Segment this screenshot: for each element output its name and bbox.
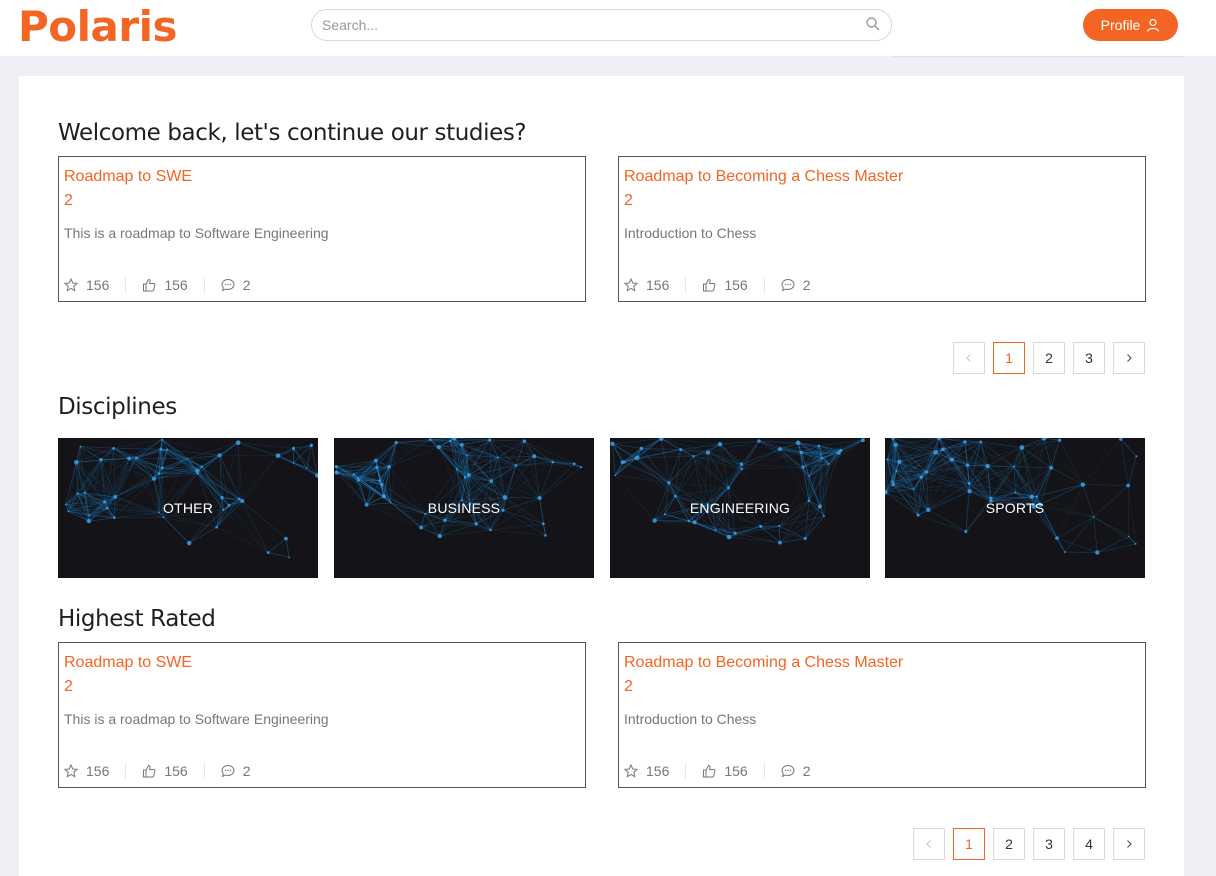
search-icon[interactable] bbox=[865, 16, 881, 32]
likes-count: 156 bbox=[724, 763, 748, 779]
profile-button-label: Profile bbox=[1100, 17, 1141, 33]
welcome-pagination: 1 2 3 bbox=[953, 342, 1145, 374]
page-button[interactable]: 2 bbox=[1033, 342, 1065, 374]
stars-stat[interactable]: 156 bbox=[64, 277, 125, 293]
like-icon bbox=[143, 278, 156, 292]
comment-icon bbox=[781, 764, 795, 778]
discipline-label: BUSINESS bbox=[427, 500, 501, 516]
profile-button[interactable]: Profile bbox=[1083, 9, 1178, 41]
comment-icon bbox=[221, 278, 235, 292]
star-icon bbox=[64, 764, 78, 778]
course-card[interactable]: Roadmap to SWE 2 This is a roadmap to So… bbox=[58, 156, 586, 302]
course-title[interactable]: Roadmap to SWE bbox=[64, 651, 192, 675]
star-icon bbox=[624, 278, 638, 292]
like-icon bbox=[143, 764, 156, 778]
course-stats: 156 156 2 bbox=[624, 276, 827, 294]
course-stats: 156 156 2 bbox=[624, 762, 827, 780]
page-button[interactable]: 2 bbox=[993, 828, 1025, 860]
likes-stat[interactable]: 156 bbox=[125, 763, 203, 779]
like-icon bbox=[703, 764, 716, 778]
course-title[interactable]: Roadmap to Becoming a Chess Master bbox=[624, 651, 903, 675]
comment-icon bbox=[221, 764, 235, 778]
like-icon bbox=[703, 278, 716, 292]
course-subtitle: 2 bbox=[624, 678, 633, 695]
likes-stat[interactable]: 156 bbox=[685, 763, 763, 779]
next-page-button[interactable] bbox=[1113, 828, 1145, 860]
chevron-right-icon bbox=[1127, 840, 1132, 848]
brand-logo[interactable]: Polaris bbox=[18, 2, 177, 52]
course-card[interactable]: Roadmap to Becoming a Chess Master 2 Int… bbox=[618, 156, 1146, 302]
course-stats: 156 156 2 bbox=[64, 276, 267, 294]
stars-count: 156 bbox=[646, 763, 670, 779]
discipline-tile[interactable]: OTHER bbox=[58, 438, 318, 578]
likes-stat[interactable]: 156 bbox=[685, 277, 763, 293]
comment-icon bbox=[781, 278, 795, 292]
search-input[interactable] bbox=[322, 10, 862, 40]
page-button[interactable]: 3 bbox=[1073, 342, 1105, 374]
discipline-tile[interactable]: BUSINESS bbox=[334, 438, 594, 578]
stars-stat[interactable]: 156 bbox=[64, 763, 125, 779]
top-bar: Polaris Profile bbox=[0, 0, 1216, 56]
stars-count: 156 bbox=[86, 277, 110, 293]
course-description: Introduction to Chess bbox=[624, 711, 757, 727]
stars-count: 156 bbox=[646, 277, 670, 293]
course-description: Introduction to Chess bbox=[624, 225, 757, 241]
likes-count: 156 bbox=[164, 763, 188, 779]
discipline-label: OTHER bbox=[163, 500, 213, 516]
page-button[interactable]: 1 bbox=[993, 342, 1025, 374]
comments-stat[interactable]: 2 bbox=[203, 277, 267, 293]
course-title[interactable]: Roadmap to SWE bbox=[64, 165, 192, 189]
main-panel: Welcome back, let's continue our studies… bbox=[19, 76, 1184, 876]
stars-count: 156 bbox=[86, 763, 110, 779]
stars-stat[interactable]: 156 bbox=[624, 763, 685, 779]
course-description: This is a roadmap to Software Engineerin… bbox=[64, 225, 329, 241]
comments-count: 2 bbox=[242, 763, 251, 779]
comments-stat[interactable]: 2 bbox=[763, 277, 827, 293]
welcome-title: Welcome back, let's continue our studies… bbox=[58, 120, 527, 146]
course-description: This is a roadmap to Software Engineerin… bbox=[64, 711, 329, 727]
stars-stat[interactable]: 156 bbox=[624, 277, 685, 293]
course-subtitle: 2 bbox=[64, 192, 73, 209]
prev-page-button[interactable] bbox=[953, 342, 985, 374]
comments-count: 2 bbox=[802, 277, 811, 293]
chevron-left-icon bbox=[926, 840, 931, 848]
discipline-label: ENGINEERING bbox=[689, 500, 791, 516]
course-subtitle: 2 bbox=[624, 192, 633, 209]
next-page-button[interactable] bbox=[1113, 342, 1145, 374]
course-card[interactable]: Roadmap to Becoming a Chess Master 2 Int… bbox=[618, 642, 1146, 788]
course-card[interactable]: Roadmap to SWE 2 This is a roadmap to So… bbox=[58, 642, 586, 788]
user-icon bbox=[1147, 18, 1160, 32]
page-button[interactable]: 3 bbox=[1033, 828, 1065, 860]
page-button[interactable]: 4 bbox=[1073, 828, 1105, 860]
header-divider bbox=[892, 56, 1184, 57]
star-icon bbox=[64, 278, 78, 292]
chevron-left-icon bbox=[966, 354, 971, 362]
prev-page-button[interactable] bbox=[913, 828, 945, 860]
likes-count: 156 bbox=[164, 277, 188, 293]
comments-count: 2 bbox=[802, 763, 811, 779]
search-box[interactable] bbox=[311, 9, 892, 41]
comments-stat[interactable]: 2 bbox=[203, 763, 267, 779]
page-button[interactable]: 1 bbox=[953, 828, 985, 860]
star-icon bbox=[624, 764, 638, 778]
chevron-right-icon bbox=[1127, 354, 1132, 362]
discipline-label: SPORTS bbox=[985, 500, 1045, 516]
course-title[interactable]: Roadmap to Becoming a Chess Master bbox=[624, 165, 903, 189]
likes-stat[interactable]: 156 bbox=[125, 277, 203, 293]
disciplines-title: Disciplines bbox=[58, 394, 177, 420]
highest-rated-pagination: 1 2 3 4 bbox=[913, 828, 1145, 860]
comments-stat[interactable]: 2 bbox=[763, 763, 827, 779]
discipline-tile[interactable]: ENGINEERING bbox=[610, 438, 870, 578]
discipline-tile[interactable]: SPORTS bbox=[885, 438, 1145, 578]
course-stats: 156 156 2 bbox=[64, 762, 267, 780]
highest-rated-title: Highest Rated bbox=[58, 606, 216, 632]
course-subtitle: 2 bbox=[64, 678, 73, 695]
likes-count: 156 bbox=[724, 277, 748, 293]
comments-count: 2 bbox=[242, 277, 251, 293]
